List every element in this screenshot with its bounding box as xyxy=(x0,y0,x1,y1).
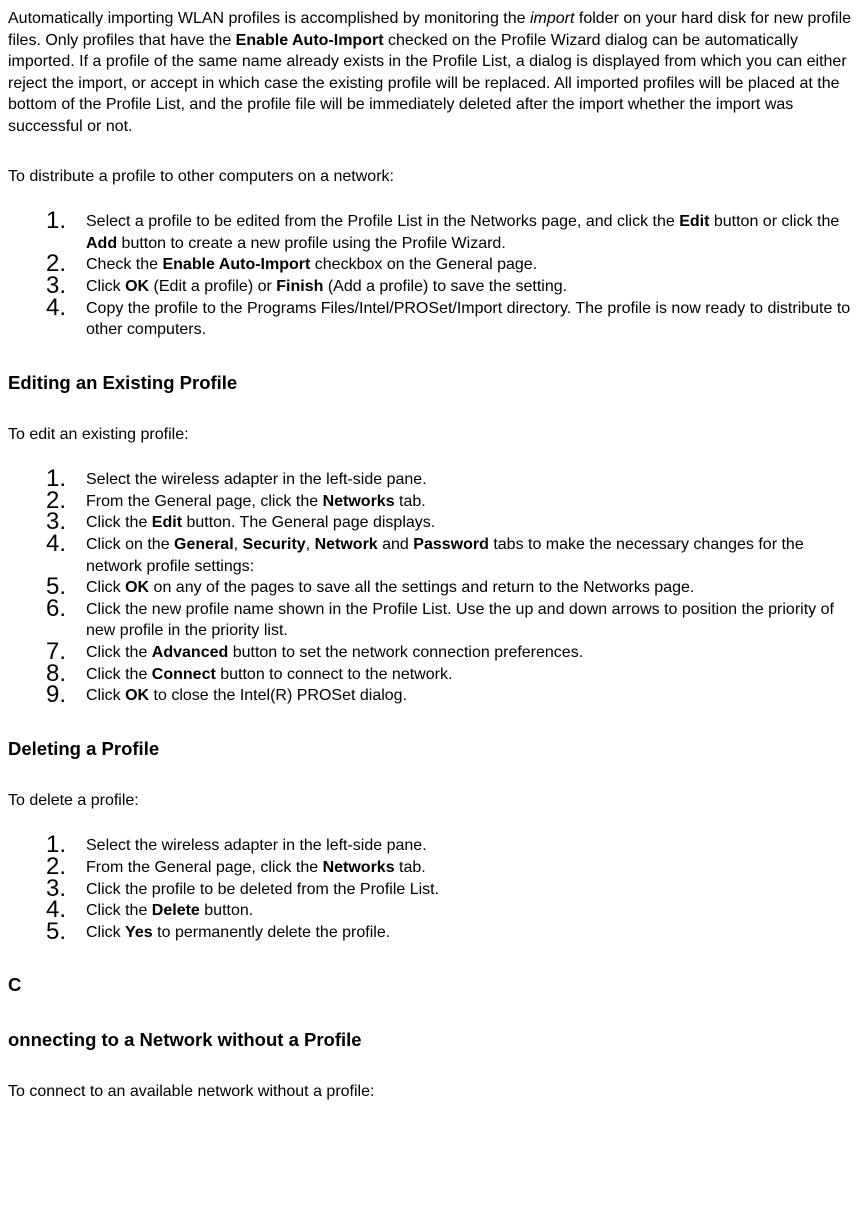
add-bold: Add xyxy=(86,235,117,252)
editing-step-1: Select the wireless adapter in the left-… xyxy=(86,469,856,491)
connecting-heading: onnecting to a Network without a Profile xyxy=(8,1028,856,1053)
general-bold: General xyxy=(174,536,234,553)
editing-step-9: Click OK to close the Intel(R) PROSet di… xyxy=(86,685,856,707)
password-bold: Password xyxy=(413,536,489,553)
edit-bold: Edit xyxy=(679,213,709,230)
networks-bold: Networks xyxy=(323,859,395,876)
security-bold: Security xyxy=(243,536,306,553)
deleting-step-3: Click the profile to be deleted from the… xyxy=(86,879,856,901)
editing-step-3: Click the Edit button. The General page … xyxy=(86,512,856,534)
advanced-bold: Advanced xyxy=(152,644,228,661)
finish-bold: Finish xyxy=(276,278,323,295)
deleting-intro: To delete a profile: xyxy=(8,790,856,812)
deleting-step-2: From the General page, click the Network… xyxy=(86,857,856,879)
editing-step-5: Click OK on any of the pages to save all… xyxy=(86,577,856,599)
intro-seg1: Automatically importing WLAN profiles is… xyxy=(8,10,530,27)
connect-bold: Connect xyxy=(152,666,216,683)
connecting-intro: To connect to an available network witho… xyxy=(8,1081,856,1103)
editing-step-2: From the General page, click the Network… xyxy=(86,491,856,513)
intro-paragraph: Automatically importing WLAN profiles is… xyxy=(8,8,856,138)
deleting-heading: Deleting a Profile xyxy=(8,737,856,762)
editing-step-8: Click the Connect button to connect to t… xyxy=(86,664,856,686)
editing-step-4: Click on the General, Security, Network … xyxy=(86,534,856,577)
ok-bold: OK xyxy=(125,278,149,295)
network-bold: Network xyxy=(315,536,378,553)
distribute-step-3: Click OK (Edit a profile) or Finish (Add… xyxy=(86,276,856,298)
ok-bold: OK xyxy=(125,579,149,596)
yes-bold: Yes xyxy=(125,924,153,941)
deleting-step-5: Click Yes to permanently delete the prof… xyxy=(86,922,856,944)
enable-auto-import-bold: Enable Auto-Import xyxy=(162,256,310,273)
edit-bold: Edit xyxy=(152,514,182,531)
distribute-step-2: Check the Enable Auto-Import checkbox on… xyxy=(86,254,856,276)
deleting-step-1: Select the wireless adapter in the left-… xyxy=(86,835,856,857)
delete-bold: Delete xyxy=(152,902,200,919)
deleting-step-4: Click the Delete button. xyxy=(86,900,856,922)
editing-list: Select the wireless adapter in the left-… xyxy=(8,469,856,707)
distribute-intro: To distribute a profile to other compute… xyxy=(8,166,856,188)
intro-enable-auto-import: Enable Auto-Import xyxy=(236,32,384,49)
editing-heading: Editing an Existing Profile xyxy=(8,371,856,396)
distribute-list: Select a profile to be edited from the P… xyxy=(8,211,856,341)
editing-intro: To edit an existing profile: xyxy=(8,424,856,446)
orphan-c-heading: C xyxy=(8,973,856,998)
editing-step-7: Click the Advanced button to set the net… xyxy=(86,642,856,664)
distribute-step-1: Select a profile to be edited from the P… xyxy=(86,211,856,254)
ok-bold: OK xyxy=(125,687,149,704)
intro-import-italic: import xyxy=(530,10,574,27)
editing-step-6: Click the new profile name shown in the … xyxy=(86,599,856,642)
networks-bold: Networks xyxy=(323,493,395,510)
distribute-step-4: Copy the profile to the Programs Files/I… xyxy=(86,298,856,341)
deleting-list: Select the wireless adapter in the left-… xyxy=(8,835,856,943)
